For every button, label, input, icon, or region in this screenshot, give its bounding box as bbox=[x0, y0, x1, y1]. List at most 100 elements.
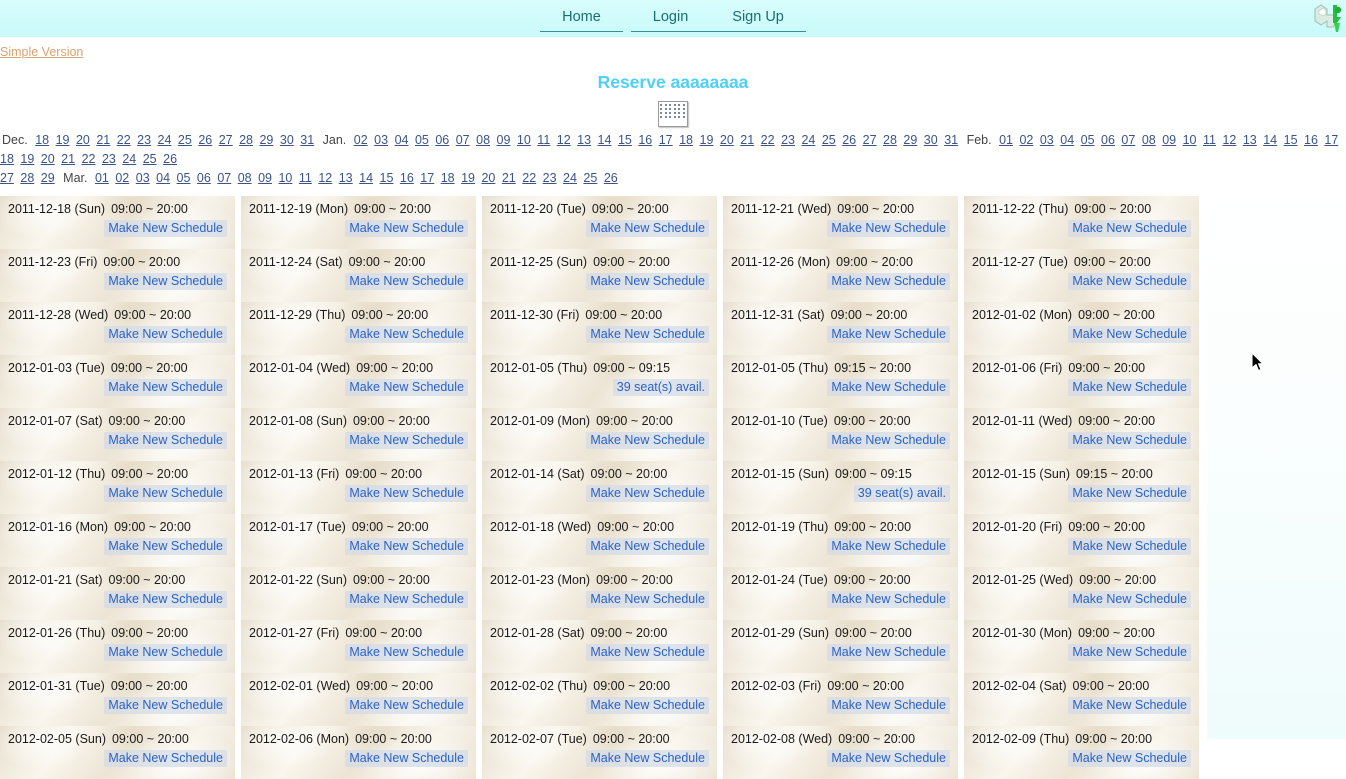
date-nav-day-link[interactable]: 04 bbox=[395, 133, 409, 147]
make-new-schedule-link[interactable]: Make New Schedule bbox=[345, 644, 468, 661]
make-new-schedule-link[interactable]: Make New Schedule bbox=[1068, 644, 1191, 661]
make-new-schedule-link[interactable]: Make New Schedule bbox=[1068, 591, 1191, 608]
date-nav-day-link[interactable]: 09 bbox=[258, 171, 272, 185]
date-nav-day-link[interactable]: 30 bbox=[924, 133, 938, 147]
date-nav-day-link[interactable]: 20 bbox=[76, 133, 90, 147]
date-nav-day-link[interactable]: 26 bbox=[842, 133, 856, 147]
make-new-schedule-link[interactable]: Make New Schedule bbox=[104, 432, 227, 449]
make-new-schedule-link[interactable]: Make New Schedule bbox=[104, 538, 227, 555]
date-nav-day-link[interactable]: 25 bbox=[178, 133, 192, 147]
make-new-schedule-link[interactable]: Make New Schedule bbox=[586, 485, 709, 502]
make-new-schedule-link[interactable]: Make New Schedule bbox=[345, 697, 468, 714]
date-nav-day-link[interactable]: 08 bbox=[476, 133, 490, 147]
date-nav-day-link[interactable]: 09 bbox=[497, 133, 511, 147]
make-new-schedule-link[interactable]: Make New Schedule bbox=[827, 432, 950, 449]
date-nav-day-link[interactable]: 22 bbox=[82, 152, 96, 166]
date-nav-day-link[interactable]: 28 bbox=[20, 171, 34, 185]
date-nav-day-link[interactable]: 28 bbox=[239, 133, 253, 147]
date-nav-day-link[interactable]: 19 bbox=[700, 133, 714, 147]
date-nav-day-link[interactable]: 20 bbox=[720, 133, 734, 147]
make-new-schedule-link[interactable]: Make New Schedule bbox=[827, 326, 950, 343]
date-nav-day-link[interactable]: 24 bbox=[158, 133, 172, 147]
make-new-schedule-link[interactable]: Make New Schedule bbox=[104, 273, 227, 290]
date-nav-day-link[interactable]: 03 bbox=[374, 133, 388, 147]
date-nav-day-link[interactable]: 05 bbox=[177, 171, 191, 185]
date-nav-day-link[interactable]: 02 bbox=[1019, 133, 1033, 147]
make-new-schedule-link[interactable]: Make New Schedule bbox=[1068, 326, 1191, 343]
date-nav-day-link[interactable]: 12 bbox=[557, 133, 571, 147]
date-nav-day-link[interactable]: 10 bbox=[517, 133, 531, 147]
date-nav-day-link[interactable]: 12 bbox=[318, 171, 332, 185]
make-new-schedule-link[interactable]: Make New Schedule bbox=[586, 644, 709, 661]
make-new-schedule-link[interactable]: Make New Schedule bbox=[586, 750, 709, 767]
date-nav-day-link[interactable]: 16 bbox=[638, 133, 652, 147]
make-new-schedule-link[interactable]: Make New Schedule bbox=[345, 220, 468, 237]
date-nav-day-link[interactable]: 18 bbox=[0, 152, 14, 166]
make-new-schedule-link[interactable]: Make New Schedule bbox=[1068, 697, 1191, 714]
date-nav-day-link[interactable]: 06 bbox=[435, 133, 449, 147]
date-nav-day-link[interactable]: 24 bbox=[563, 171, 577, 185]
date-nav-day-link[interactable]: 28 bbox=[883, 133, 897, 147]
seats-available-link[interactable]: 39 seat(s) avail. bbox=[853, 485, 950, 502]
date-nav-day-link[interactable]: 22 bbox=[761, 133, 775, 147]
date-nav-day-link[interactable]: 02 bbox=[115, 171, 129, 185]
simple-version-link[interactable]: Simple Version bbox=[0, 45, 83, 59]
date-nav-day-link[interactable]: 27 bbox=[0, 171, 14, 185]
date-nav-day-link[interactable]: 25 bbox=[583, 171, 597, 185]
make-new-schedule-link[interactable]: Make New Schedule bbox=[586, 273, 709, 290]
date-nav-day-link[interactable]: 02 bbox=[354, 133, 368, 147]
date-nav-day-link[interactable]: 21 bbox=[502, 171, 516, 185]
seats-available-link[interactable]: 39 seat(s) avail. bbox=[612, 379, 709, 396]
make-new-schedule-link[interactable]: Make New Schedule bbox=[104, 644, 227, 661]
make-new-schedule-link[interactable]: Make New Schedule bbox=[345, 591, 468, 608]
make-new-schedule-link[interactable]: Make New Schedule bbox=[827, 379, 950, 396]
make-new-schedule-link[interactable]: Make New Schedule bbox=[827, 644, 950, 661]
site-logo-icon[interactable] bbox=[1307, 1, 1343, 35]
date-nav-day-link[interactable]: 23 bbox=[543, 171, 557, 185]
date-nav-day-link[interactable]: 18 bbox=[35, 133, 49, 147]
make-new-schedule-link[interactable]: Make New Schedule bbox=[345, 326, 468, 343]
make-new-schedule-link[interactable]: Make New Schedule bbox=[827, 220, 950, 237]
make-new-schedule-link[interactable]: Make New Schedule bbox=[1068, 538, 1191, 555]
date-nav-day-link[interactable]: 29 bbox=[259, 133, 273, 147]
make-new-schedule-link[interactable]: Make New Schedule bbox=[345, 432, 468, 449]
date-nav-day-link[interactable]: 24 bbox=[122, 152, 136, 166]
make-new-schedule-link[interactable]: Make New Schedule bbox=[1068, 432, 1191, 449]
nav-item-home[interactable]: Home bbox=[540, 9, 623, 32]
date-nav-day-link[interactable]: 23 bbox=[781, 133, 795, 147]
date-nav-day-link[interactable]: 13 bbox=[577, 133, 591, 147]
make-new-schedule-link[interactable]: Make New Schedule bbox=[345, 750, 468, 767]
date-nav-day-link[interactable]: 21 bbox=[96, 133, 110, 147]
date-nav-day-link[interactable]: 14 bbox=[359, 171, 373, 185]
date-nav-day-link[interactable]: 20 bbox=[41, 152, 55, 166]
date-nav-day-link[interactable]: 29 bbox=[41, 171, 55, 185]
date-nav-day-link[interactable]: 24 bbox=[801, 133, 815, 147]
date-nav-day-link[interactable]: 03 bbox=[1040, 133, 1054, 147]
date-nav-day-link[interactable]: 09 bbox=[1162, 133, 1176, 147]
date-nav-day-link[interactable]: 11 bbox=[1203, 133, 1216, 147]
make-new-schedule-link[interactable]: Make New Schedule bbox=[586, 220, 709, 237]
date-nav-day-link[interactable]: 25 bbox=[143, 152, 157, 166]
date-nav-day-link[interactable]: 22 bbox=[522, 171, 536, 185]
date-nav-day-link[interactable]: 31 bbox=[944, 133, 958, 147]
date-nav-day-link[interactable]: 22 bbox=[117, 133, 131, 147]
date-nav-day-link[interactable]: 26 bbox=[604, 171, 618, 185]
make-new-schedule-link[interactable]: Make New Schedule bbox=[104, 697, 227, 714]
date-nav-day-link[interactable]: 21 bbox=[61, 152, 75, 166]
date-nav-day-link[interactable]: 18 bbox=[679, 133, 693, 147]
make-new-schedule-link[interactable]: Make New Schedule bbox=[1068, 273, 1191, 290]
date-nav-day-link[interactable]: 25 bbox=[822, 133, 836, 147]
date-nav-day-link[interactable]: 27 bbox=[863, 133, 877, 147]
make-new-schedule-link[interactable]: Make New Schedule bbox=[586, 591, 709, 608]
date-nav-day-link[interactable]: 29 bbox=[903, 133, 917, 147]
date-nav-day-link[interactable]: 17 bbox=[420, 171, 434, 185]
date-nav-day-link[interactable]: 08 bbox=[238, 171, 252, 185]
date-nav-day-link[interactable]: 01 bbox=[999, 133, 1013, 147]
make-new-schedule-link[interactable]: Make New Schedule bbox=[104, 326, 227, 343]
date-nav-day-link[interactable]: 23 bbox=[102, 152, 116, 166]
date-nav-day-link[interactable]: 19 bbox=[20, 152, 34, 166]
date-nav-day-link[interactable]: 01 bbox=[95, 171, 109, 185]
date-nav-day-link[interactable]: 13 bbox=[1243, 133, 1257, 147]
nav-item-login[interactable]: Login bbox=[631, 9, 710, 31]
date-nav-day-link[interactable]: 26 bbox=[163, 152, 177, 166]
